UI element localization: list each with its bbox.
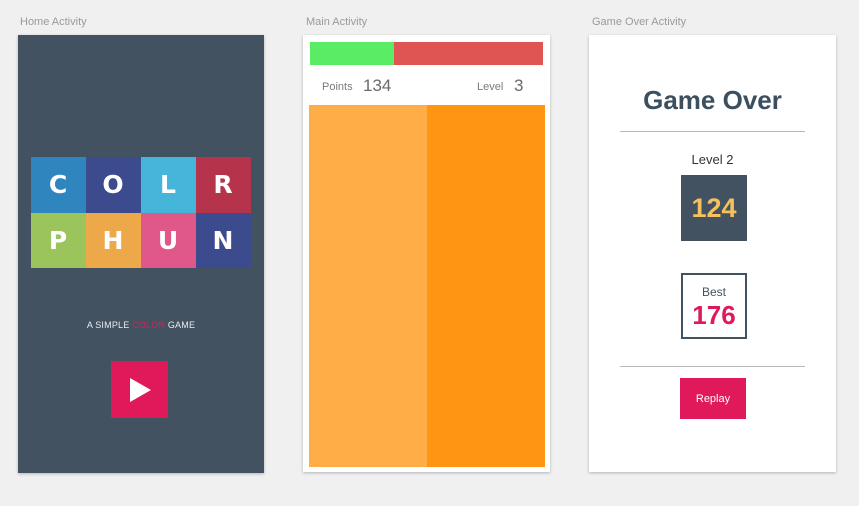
logo-tile-n: N [196, 212, 251, 268]
logo-tile-p: P [31, 212, 86, 268]
timer-bar [310, 42, 543, 65]
caption-home-activity: Home Activity [20, 16, 87, 28]
best-score-box: Best 176 [681, 273, 747, 339]
best-label: Best [701, 285, 726, 299]
home-screen: COLR PHUN A SIMPLE COLOR GAME [18, 35, 264, 473]
logo-tile-u: U [141, 212, 196, 268]
tagline-text-end: GAME [165, 320, 196, 330]
level-label: Level [477, 81, 504, 93]
bottom-divider [620, 366, 805, 367]
logo-tile-o: O [86, 157, 141, 213]
logo-tile-r: R [196, 157, 251, 213]
main-screen: Points 134 Level 3 [303, 35, 550, 472]
final-score: 124 [681, 175, 747, 241]
top-divider [620, 131, 805, 132]
tagline-text-start: A SIMPLE [86, 320, 133, 330]
colrphun-logo: COLR PHUN [31, 157, 251, 268]
points-value: 134 [363, 76, 392, 95]
level-value: 3 [514, 76, 524, 95]
game-over-screen: Game Over Level 2 124 Best 176 Replay [589, 35, 836, 472]
caption-main-activity: Main Activity [306, 16, 368, 28]
play-button[interactable] [111, 361, 168, 418]
caption-game-over-activity: Game Over Activity [592, 16, 687, 28]
tagline: A SIMPLE COLOR GAME [18, 320, 264, 330]
tagline-highlight: COLOR [132, 320, 166, 330]
logo-tile-c: C [31, 157, 86, 213]
timer-bar-elapsed [393, 42, 543, 65]
logo-tile-h: H [86, 212, 141, 268]
color-panel-left[interactable] [309, 105, 427, 467]
timer-bar-remaining [310, 42, 394, 65]
best-value: 176 [692, 300, 736, 330]
color-panel-right[interactable] [427, 105, 545, 467]
game-over-title: Game Over [643, 85, 782, 115]
points-label: Points [322, 81, 353, 93]
logo-tile-l: L [141, 157, 196, 213]
replay-button[interactable]: Replay [680, 378, 746, 419]
score-row: Points 134 Level 3 [303, 75, 550, 103]
play-icon [129, 377, 151, 402]
level-reached: Level 2 [691, 152, 734, 167]
